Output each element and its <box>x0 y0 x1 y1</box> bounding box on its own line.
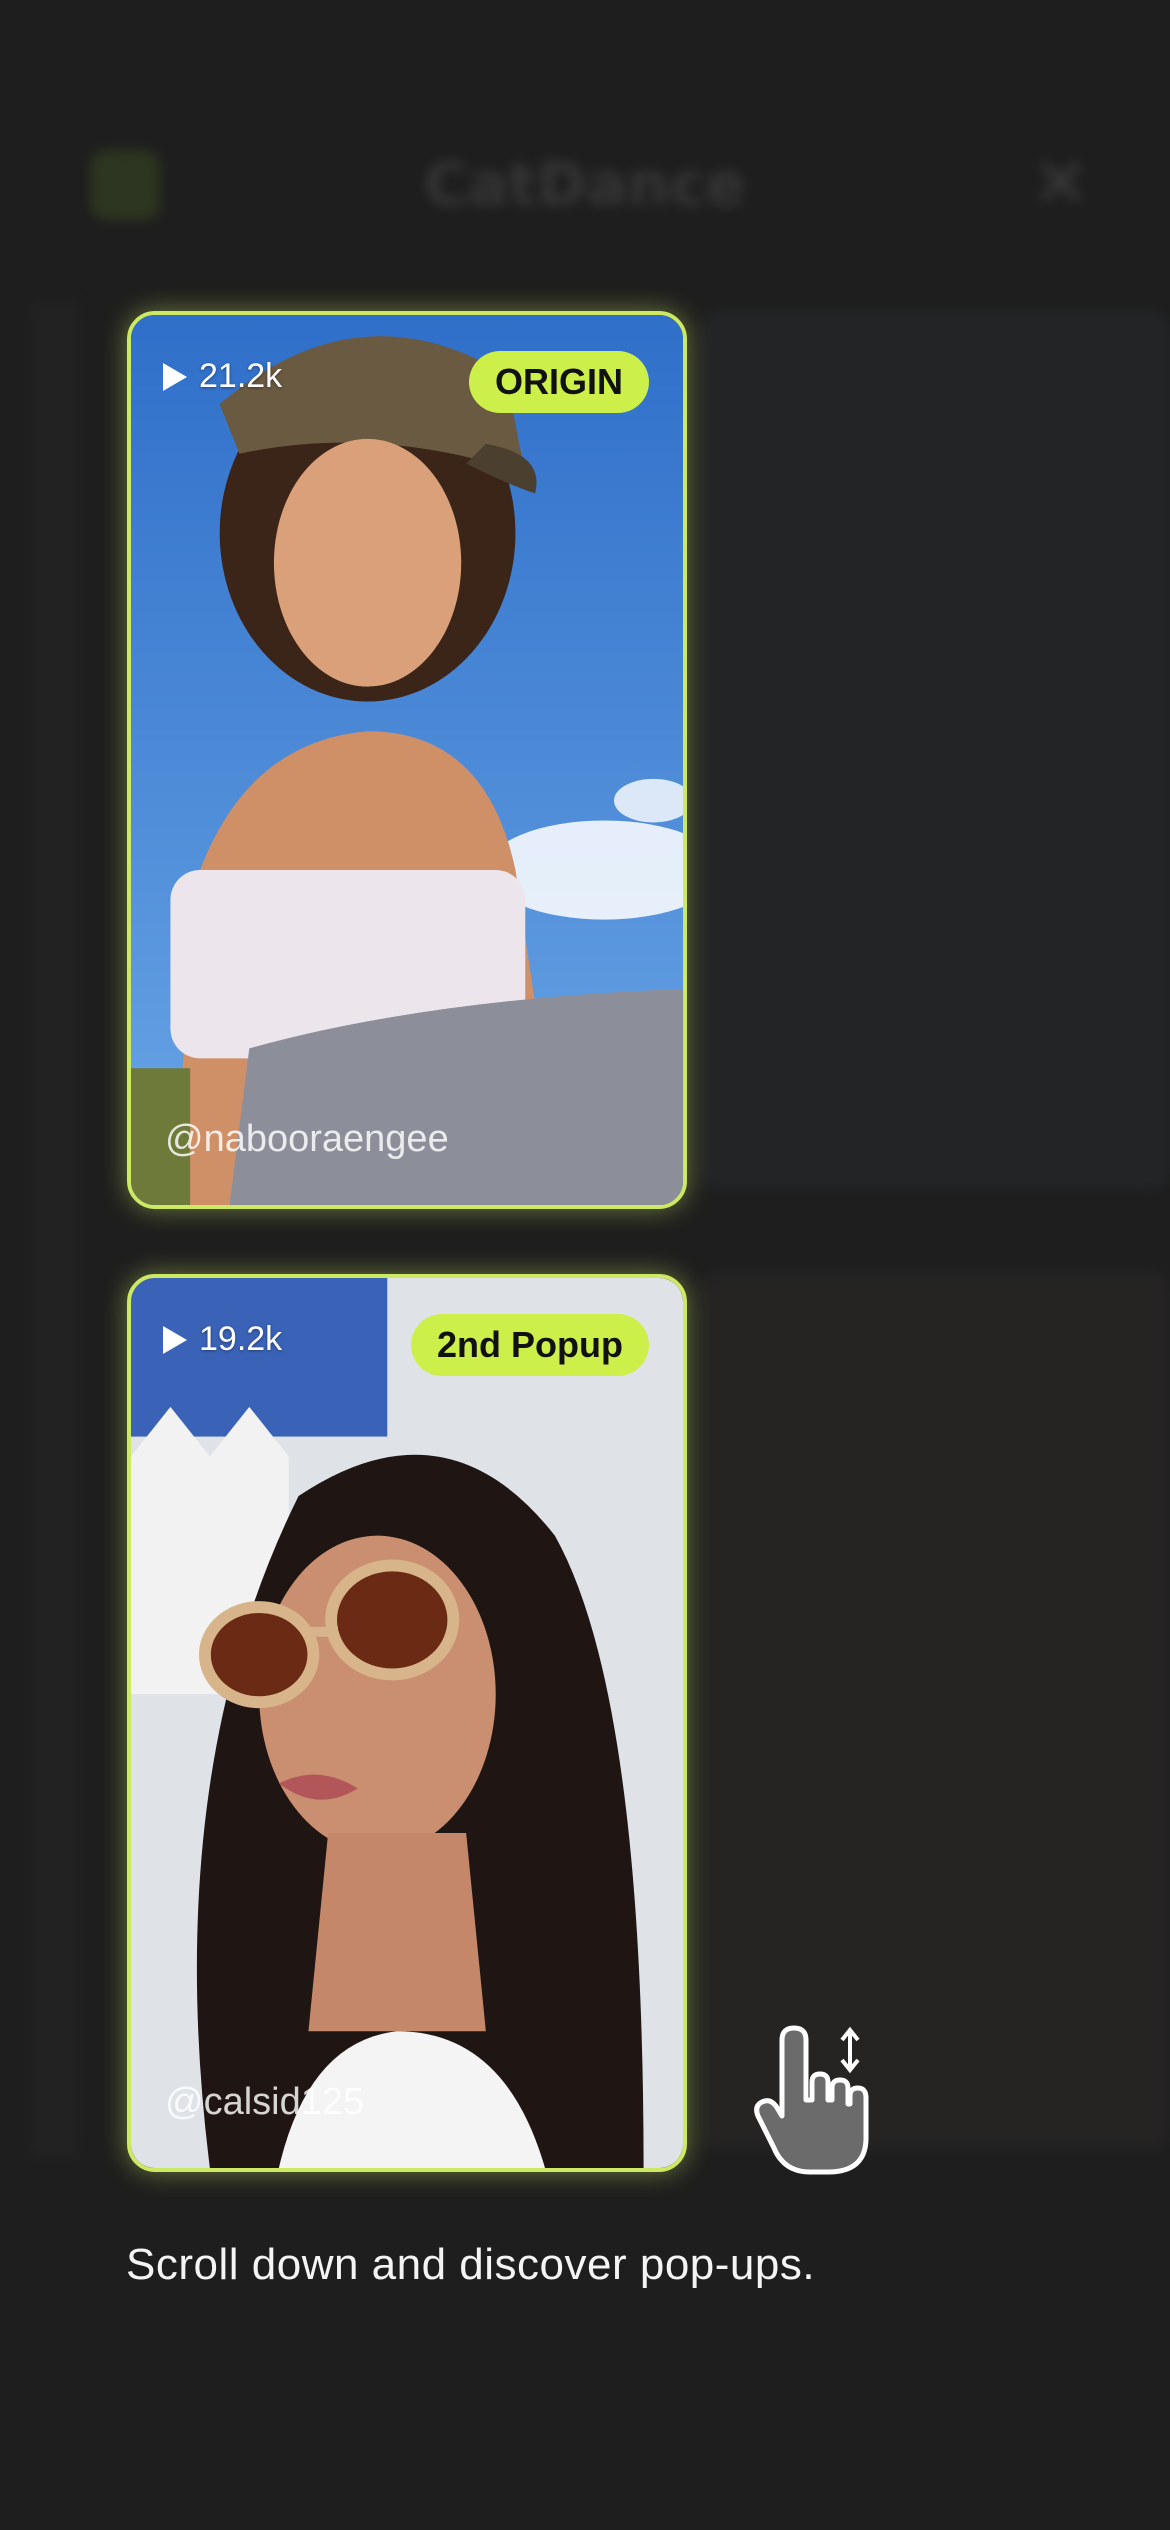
background-card <box>700 1270 1170 2150</box>
background-rail <box>30 300 80 2160</box>
creator-handle[interactable]: @nabooraengee <box>165 1118 449 1161</box>
play-icon <box>163 362 187 391</box>
close-icon: ✕ <box>1031 142 1090 224</box>
popup-card-2nd[interactable]: 19.2k 2nd Popup @calsid125 <box>127 1274 687 2172</box>
view-count-label: 19.2k <box>199 1320 283 1358</box>
view-count-label: 21.2k <box>199 357 283 395</box>
background-header: CatDance ✕ <box>0 110 1170 260</box>
scroll-hint-text: Scroll down and discover pop-ups. <box>126 2240 816 2289</box>
creator-handle[interactable]: @calsid125 <box>165 2081 364 2124</box>
play-icon <box>163 1325 187 1354</box>
view-count: 21.2k <box>163 357 282 396</box>
video-thumbnail <box>131 315 683 1205</box>
origin-badge: ORIGIN <box>468 351 649 413</box>
swipe-hand-icon <box>752 2020 872 2180</box>
video-thumbnail <box>131 1278 683 2168</box>
popup-badge: 2nd Popup <box>411 1314 649 1376</box>
background-card <box>700 310 1170 1190</box>
app-title: CatDance <box>423 150 747 220</box>
view-count: 19.2k <box>163 1320 282 1359</box>
popup-card-origin[interactable]: 21.2k ORIGIN @nabooraengee <box>127 311 687 1209</box>
